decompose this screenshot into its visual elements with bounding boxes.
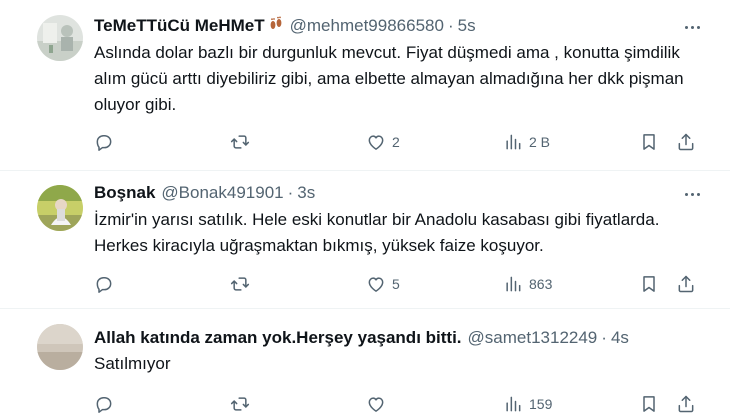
retweet-icon xyxy=(230,135,250,149)
retweet-icon xyxy=(230,397,250,411)
views-button[interactable]: 159 xyxy=(503,392,552,416)
timestamp[interactable]: 5s xyxy=(458,16,476,36)
bookmark-icon xyxy=(643,276,655,292)
reply-button[interactable] xyxy=(94,392,120,416)
retweet-icon xyxy=(230,277,250,291)
tweet-header: TeMeTTüCü MeHMeT @mehmet99866580 · 5s xyxy=(94,15,690,37)
views-icon xyxy=(506,396,521,412)
like-button[interactable] xyxy=(366,392,392,416)
tweet-header: Boşnak @Bonak491901 · 3s xyxy=(94,182,690,204)
share-icon xyxy=(678,395,694,413)
views-icon xyxy=(506,134,521,150)
like-button[interactable]: 5 xyxy=(366,272,400,296)
timestamp[interactable]: 3s xyxy=(297,183,315,203)
like-count: 2 xyxy=(392,134,400,150)
views-button[interactable]: 863 xyxy=(503,272,552,296)
tweet-text: Aslında dolar bazlı bir durgunluk mevcut… xyxy=(94,43,684,114)
share-button[interactable] xyxy=(676,130,696,154)
share-icon xyxy=(678,133,694,151)
action-bar: 2 2 B xyxy=(94,130,700,154)
user-handle[interactable]: @Bonak491901 xyxy=(161,183,283,203)
reply-icon xyxy=(96,135,112,151)
bookmark-button[interactable] xyxy=(639,392,659,416)
bookmark-button[interactable] xyxy=(639,272,659,296)
share-button[interactable] xyxy=(676,392,696,416)
avatar[interactable] xyxy=(37,15,83,61)
action-bar: 159 xyxy=(94,392,700,416)
footprints-icon xyxy=(268,16,284,36)
retweet-button[interactable] xyxy=(230,392,256,416)
like-icon xyxy=(368,397,384,412)
bookmark-button[interactable] xyxy=(639,130,659,154)
more-icon[interactable] xyxy=(682,184,702,204)
display-name[interactable]: Boşnak xyxy=(94,183,155,203)
retweet-button[interactable] xyxy=(230,130,256,154)
views-count: 863 xyxy=(529,276,553,292)
like-icon xyxy=(368,135,384,150)
reply-button[interactable] xyxy=(94,272,120,296)
reply-icon xyxy=(96,397,112,413)
timestamp[interactable]: 4s xyxy=(611,328,629,348)
views-icon xyxy=(506,276,521,292)
tweet-text: Satılmıyor xyxy=(94,354,171,373)
separator: · xyxy=(287,183,294,202)
tweet-header: Allah katında zaman yok.Herşey yaşandı b… xyxy=(94,327,690,349)
tweet[interactable]: TeMeTTüCü MeHMeT @mehmet99866580 · 5s As… xyxy=(0,0,730,171)
more-icon[interactable] xyxy=(682,17,702,37)
tweet[interactable]: Allah katında zaman yok.Herşey yaşandı b… xyxy=(0,309,730,420)
views-count: 2 B xyxy=(529,134,551,150)
views-count: 159 xyxy=(529,396,553,412)
user-handle[interactable]: @samet1312249 xyxy=(468,328,598,348)
tweet-text: İzmir'in yarısı satılık. Hele eski konut… xyxy=(94,210,660,255)
bookmark-icon xyxy=(643,134,655,150)
reply-icon xyxy=(96,277,112,293)
separator: · xyxy=(447,16,454,35)
like-icon xyxy=(368,277,384,292)
reply-button[interactable] xyxy=(94,130,120,154)
action-bar: 5 863 xyxy=(94,272,700,296)
views-button[interactable]: 2 B xyxy=(503,130,550,154)
like-button[interactable]: 2 xyxy=(366,130,400,154)
share-icon xyxy=(678,275,694,293)
like-count: 5 xyxy=(392,276,400,292)
separator: · xyxy=(601,328,607,347)
bookmark-icon xyxy=(643,396,655,412)
avatar[interactable] xyxy=(37,185,83,231)
avatar[interactable] xyxy=(37,324,83,370)
tweet[interactable]: Boşnak @Bonak491901 · 3s İzmir'in yarısı… xyxy=(0,171,730,309)
display-name[interactable]: TeMeTTüCü MeHMeT xyxy=(94,16,265,36)
display-name[interactable]: Allah katında zaman yok.Herşey yaşandı b… xyxy=(94,328,462,348)
retweet-button[interactable] xyxy=(230,272,256,296)
share-button[interactable] xyxy=(676,272,696,296)
user-handle[interactable]: @mehmet99866580 xyxy=(290,16,444,36)
